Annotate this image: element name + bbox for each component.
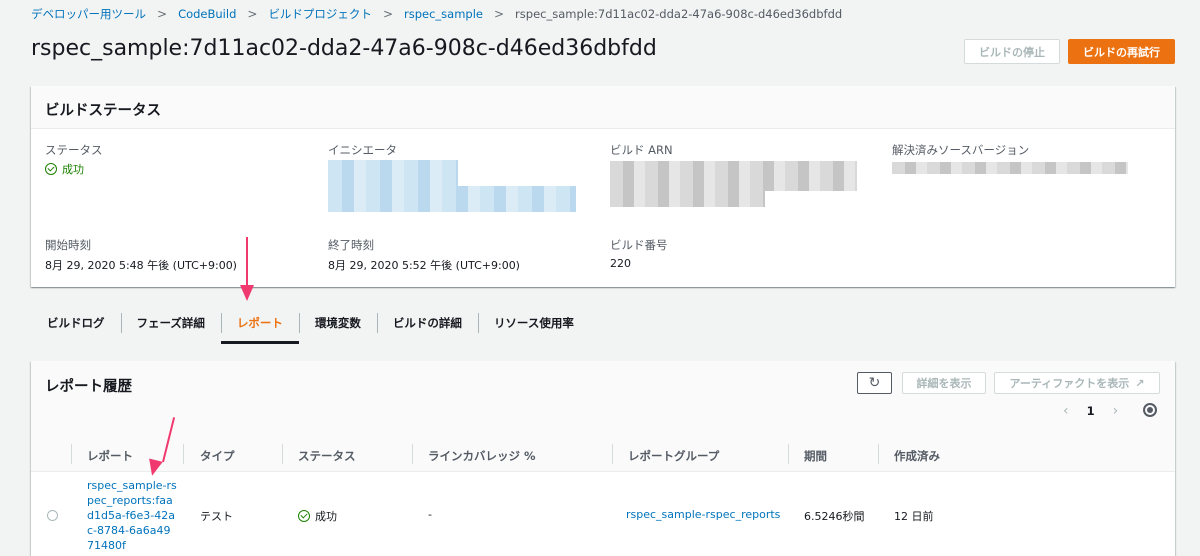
- column-line-coverage[interactable]: ラインカバレッジ %: [428, 448, 536, 464]
- view-artifacts-button[interactable]: アーティファクトを表示 ↗: [994, 372, 1160, 394]
- column-duration[interactable]: 期間: [804, 448, 827, 464]
- build-number-value: 220: [610, 257, 631, 270]
- page-title: rspec_sample:7d11ac02-dda2-47a6-908c-d46…: [31, 36, 657, 61]
- source-version-redacted: [892, 162, 1128, 174]
- report-coverage: -: [428, 508, 432, 521]
- annotation-arrow-icon: [240, 285, 254, 301]
- column-type[interactable]: タイプ: [200, 448, 235, 464]
- end-time-label: 終了時刻: [328, 238, 374, 252]
- next-page-icon[interactable]: ›: [1113, 403, 1119, 419]
- column-divider: [788, 444, 789, 464]
- build-status-panel: ビルドステータス ステータス 成功 イニシエータ ビルド ARN 解決済みソース…: [31, 86, 1175, 287]
- chevron-right-icon: >: [493, 7, 505, 21]
- gear-icon[interactable]: [1143, 403, 1157, 417]
- refresh-icon: ↻: [868, 375, 881, 391]
- status-label: ステータス: [45, 143, 103, 157]
- report-history-header: レポート履歴 ↻ 詳細を表示 アーティファクトを表示 ↗ ‹ 1 ›: [31, 361, 1175, 436]
- report-link[interactable]: rspec_sample-rspec_reports:faad1d5a-f6e3…: [87, 478, 177, 553]
- report-type: テスト: [200, 510, 233, 523]
- success-check-icon: [45, 163, 57, 175]
- build-arn-label: ビルド ARN: [610, 143, 673, 157]
- breadcrumb-build-projects[interactable]: ビルドプロジェクト: [268, 6, 372, 22]
- chevron-right-icon: >: [157, 7, 168, 21]
- column-report[interactable]: レポート: [87, 448, 133, 464]
- column-divider: [612, 444, 613, 464]
- report-group-link[interactable]: rspec_sample-rspec_reports: [626, 508, 780, 521]
- start-time-label: 開始時刻: [45, 238, 91, 252]
- view-artifacts-label: アーティファクトを表示: [1009, 377, 1130, 390]
- initiator-redacted-bottom: [328, 186, 576, 212]
- tab-environment-variables[interactable]: 環境変数: [298, 305, 377, 343]
- build-status-header: ビルドステータス: [31, 86, 1175, 129]
- column-divider: [878, 444, 879, 464]
- breadcrumb-codebuild[interactable]: CodeBuild: [178, 7, 236, 21]
- breadcrumb-project[interactable]: rspec_sample: [404, 7, 483, 21]
- status-value: 成功: [45, 161, 84, 177]
- end-time-value: 8月 29, 2020 5:52 午後 (UTC+9:00): [328, 259, 520, 272]
- column-created[interactable]: 作成済み: [894, 448, 940, 464]
- build-arn-redacted-top: [610, 161, 857, 191]
- column-status[interactable]: ステータス: [298, 448, 356, 464]
- report-duration: 6.5246秒間: [804, 510, 865, 523]
- annotation-arrow-shaft: [246, 237, 248, 287]
- refresh-button[interactable]: ↻: [857, 372, 892, 394]
- column-divider: [71, 444, 72, 464]
- previous-page-icon[interactable]: ‹: [1063, 403, 1069, 419]
- tab-build-log[interactable]: ビルドログ: [31, 305, 121, 343]
- stop-build-button[interactable]: ビルドの停止: [964, 39, 1060, 64]
- tab-resource-usage[interactable]: リソース使用率: [477, 305, 590, 343]
- report-status: 成功: [298, 508, 337, 524]
- column-divider: [183, 444, 184, 464]
- breadcrumb-developer-tools[interactable]: デベロッパー用ツール: [31, 6, 146, 22]
- build-tabs: ビルドログ フェーズ詳細 レポート 環境変数 ビルドの詳細 リソース使用率: [31, 305, 590, 344]
- column-divider: [282, 444, 283, 464]
- report-created: 12 日前: [894, 510, 934, 523]
- row-select-radio[interactable]: [47, 510, 58, 521]
- status-text: 成功: [62, 163, 84, 176]
- chevron-right-icon: >: [382, 7, 393, 21]
- initiator-redacted-top: [328, 160, 458, 186]
- build-status-title: ビルドステータス: [45, 103, 161, 119]
- initiator-label: イニシエータ: [328, 143, 397, 157]
- report-history-panel: レポート履歴 ↻ 詳細を表示 アーティファクトを表示 ↗ ‹ 1 › レポート …: [31, 361, 1175, 556]
- column-report-group[interactable]: レポートグループ: [628, 448, 719, 464]
- tab-phase-details[interactable]: フェーズ詳細: [120, 305, 221, 343]
- page-number[interactable]: 1: [1087, 404, 1095, 418]
- report-status-text: 成功: [315, 510, 337, 523]
- breadcrumb-current: rspec_sample:7d11ac02-dda2-47a6-908c-d46…: [515, 7, 843, 21]
- retry-build-button[interactable]: ビルドの再試行: [1068, 39, 1175, 64]
- build-number-label: ビルド番号: [610, 238, 668, 252]
- column-divider: [412, 444, 413, 464]
- breadcrumb: デベロッパー用ツール > CodeBuild > ビルドプロジェクト > rsp…: [31, 6, 842, 22]
- pagination: ‹ 1 ›: [1063, 403, 1118, 419]
- report-table-header: レポート タイプ ステータス ラインカバレッジ % レポートグループ 期間 作成…: [31, 436, 1175, 472]
- success-check-icon: [298, 510, 310, 522]
- start-time-value: 8月 29, 2020 5:48 午後 (UTC+9:00): [45, 259, 237, 272]
- report-history-title: レポート履歴: [45, 379, 132, 395]
- tab-build-details[interactable]: ビルドの詳細: [376, 305, 478, 343]
- tab-reports[interactable]: レポート: [220, 305, 299, 344]
- chevron-right-icon: >: [247, 7, 258, 21]
- view-details-button[interactable]: 詳細を表示: [902, 372, 986, 394]
- external-link-icon: ↗: [1135, 376, 1145, 390]
- source-version-label: 解決済みソースバージョン: [892, 143, 1030, 157]
- build-arn-redacted-bottom: [610, 191, 765, 207]
